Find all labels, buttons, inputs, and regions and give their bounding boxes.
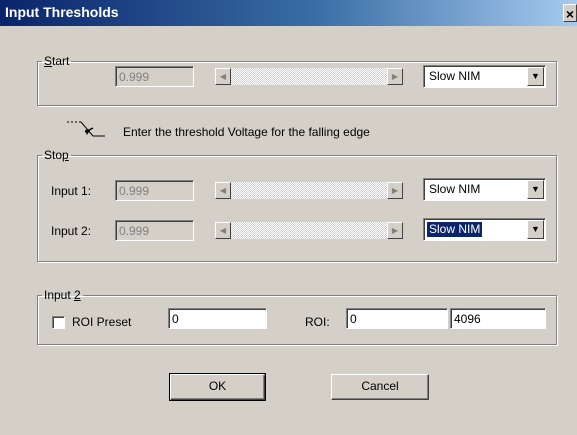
dialog-window: Input Thresholds × Start ◀ ▶ Slow NIM ▼ … <box>0 0 577 435</box>
stop-group: Stop <box>37 148 557 262</box>
chevron-down-icon[interactable]: ▼ <box>527 67 544 86</box>
ok-button[interactable]: OK <box>169 373 266 401</box>
input2-group-legend: Input 2 <box>44 288 81 302</box>
roi-label: ROI: <box>305 315 330 329</box>
scroll-right-icon[interactable]: ▶ <box>387 182 403 199</box>
input2-threshold-field[interactable] <box>115 220 194 241</box>
title-bar[interactable]: Input Thresholds × <box>0 0 577 26</box>
roi-preset-label[interactable]: ROI Preset <box>72 315 131 329</box>
chevron-down-icon[interactable]: ▼ <box>527 220 544 239</box>
roi-from-field[interactable] <box>346 308 448 329</box>
scroll-left-icon[interactable]: ◀ <box>215 222 231 239</box>
start-threshold-slider[interactable]: ◀ ▶ <box>215 68 403 85</box>
start-mode-value: Slow NIM <box>429 69 481 83</box>
input1-threshold-slider[interactable]: ◀ ▶ <box>215 182 403 199</box>
window-title: Input Thresholds <box>5 4 119 20</box>
input1-label: Input 1: <box>51 184 92 198</box>
input1-mode-value: Slow NIM <box>429 182 481 196</box>
scroll-left-icon[interactable]: ◀ <box>215 68 231 85</box>
scroll-right-icon[interactable]: ▶ <box>387 222 403 239</box>
start-mode-select[interactable]: Slow NIM ▼ <box>423 65 546 88</box>
scroll-right-icon[interactable]: ▶ <box>387 68 403 85</box>
scroll-left-icon[interactable]: ◀ <box>215 182 231 199</box>
start-threshold-field[interactable] <box>115 66 194 87</box>
input2-threshold-slider[interactable]: ◀ ▶ <box>215 222 403 239</box>
stop-legend: Stop <box>44 148 69 162</box>
input2-mode-select[interactable]: Slow NIM ▼ <box>423 218 546 241</box>
start-legend: Start <box>44 54 70 68</box>
close-button[interactable]: × <box>563 4 577 22</box>
input1-threshold-field[interactable] <box>115 180 194 201</box>
hint-text: Enter the threshold Voltage for the fall… <box>123 125 370 139</box>
chevron-down-icon[interactable]: ▼ <box>527 180 544 199</box>
roi-to-field[interactable] <box>450 308 546 329</box>
input2-mode-value: Slow NIM <box>425 221 484 238</box>
roi-preset-checkbox[interactable] <box>52 316 65 329</box>
falling-edge-icon <box>63 108 107 152</box>
cancel-button[interactable]: Cancel <box>331 374 429 400</box>
input1-mode-select[interactable]: Slow NIM ▼ <box>423 178 546 201</box>
roi-preset-field[interactable] <box>168 308 267 329</box>
input2-label: Input 2: <box>51 224 92 238</box>
